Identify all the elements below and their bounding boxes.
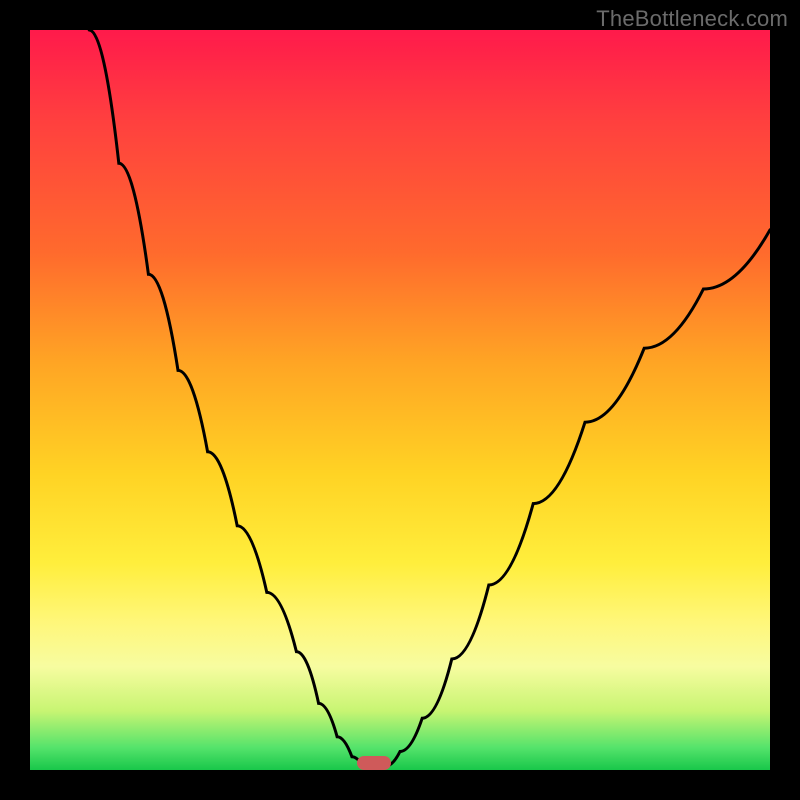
chart-frame: TheBottleneck.com: [0, 0, 800, 800]
curve-right-branch: [385, 230, 770, 767]
curve-left-branch: [89, 30, 363, 766]
watermark-text: TheBottleneck.com: [596, 6, 788, 32]
plot-area: [30, 30, 770, 770]
bottleneck-marker: [357, 756, 391, 770]
bottleneck-curve: [30, 30, 770, 770]
